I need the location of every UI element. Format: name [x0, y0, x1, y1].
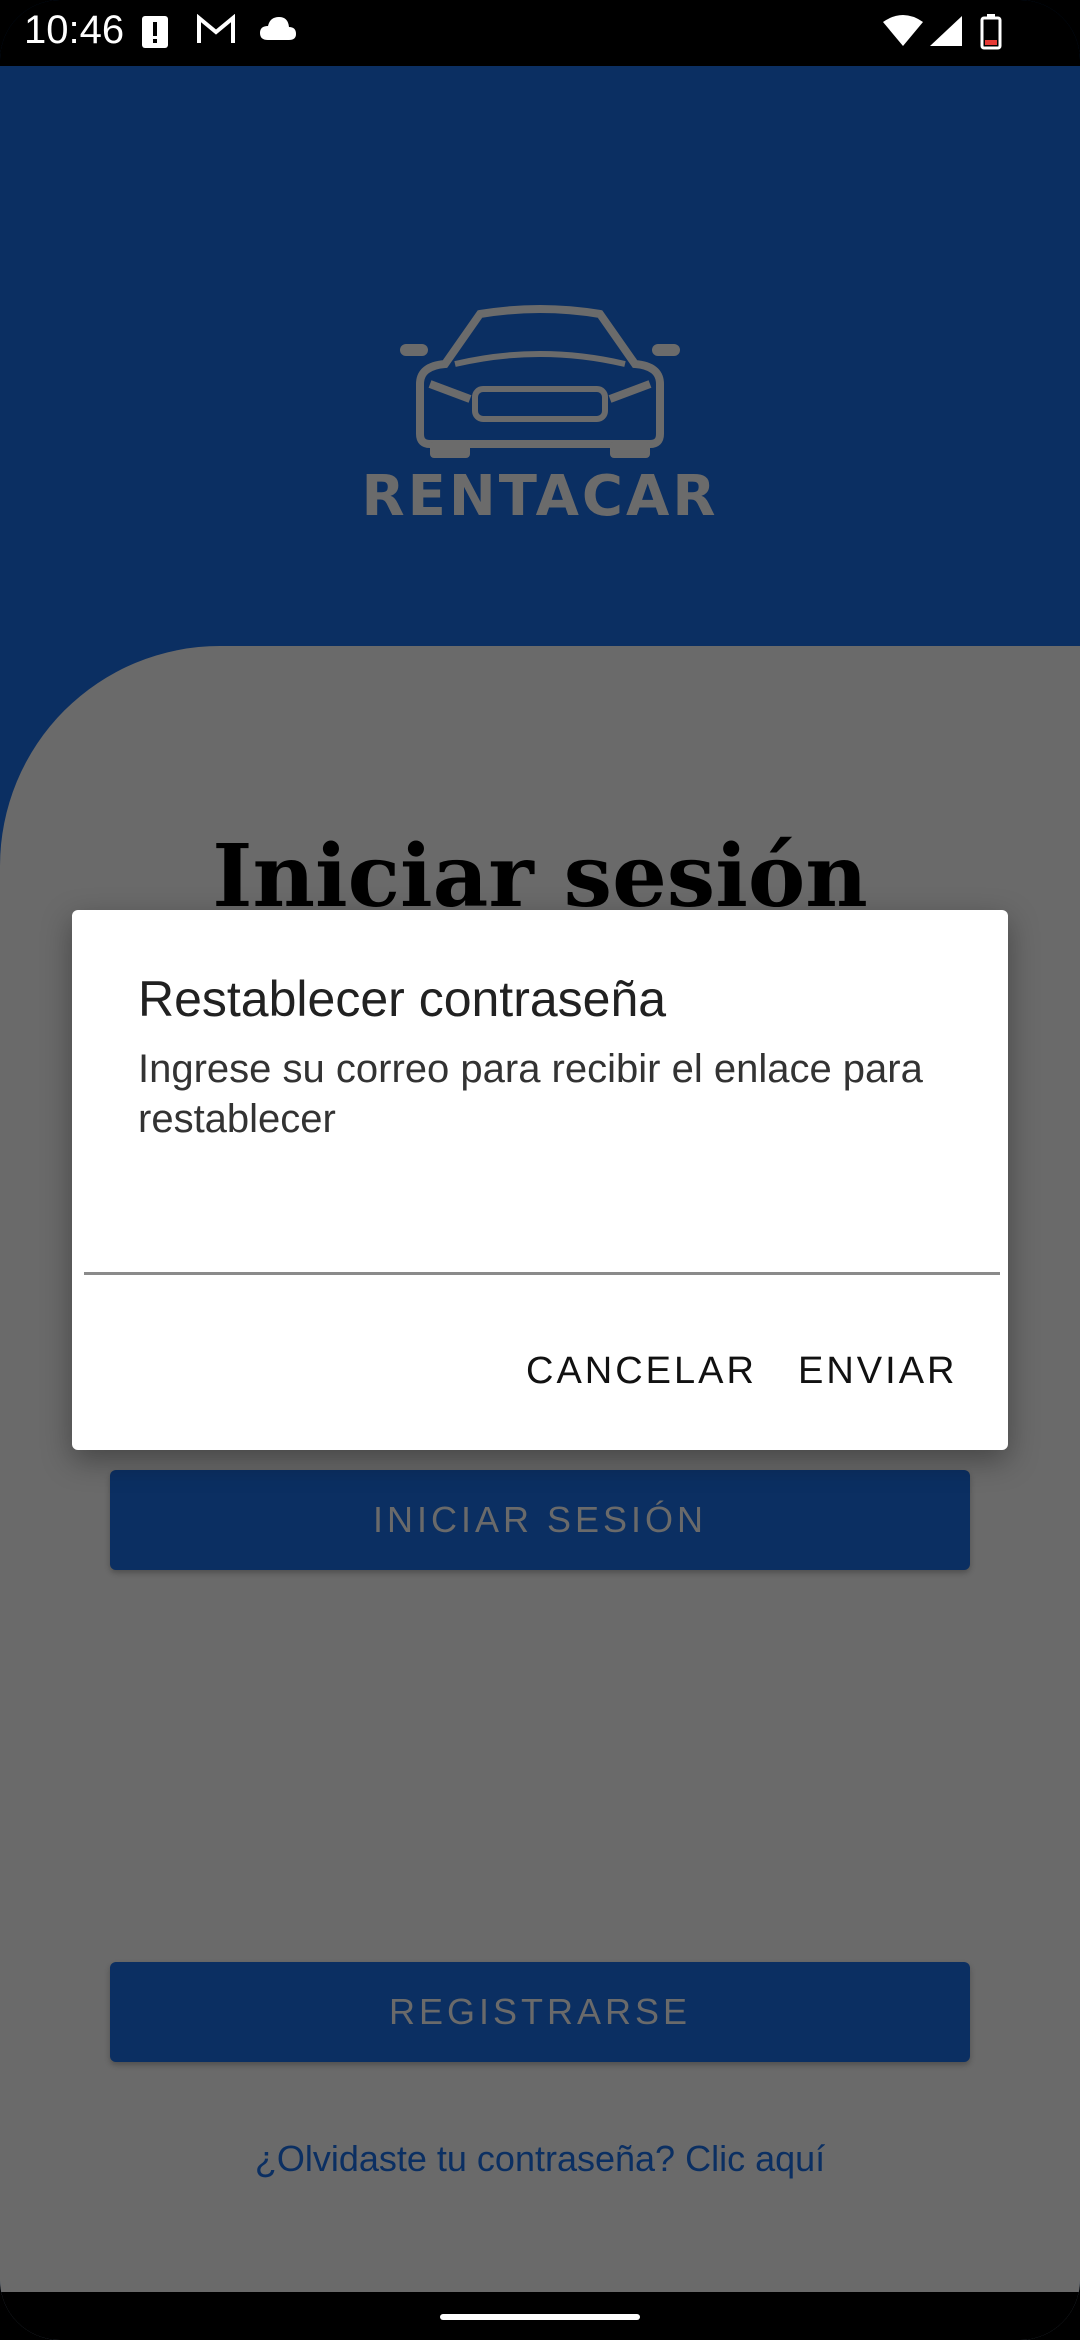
cloud-icon — [260, 17, 296, 40]
logo-text: RENTACAR — [361, 464, 719, 529]
battery-icon — [980, 14, 1002, 50]
car-icon — [400, 305, 680, 458]
status-bar: 10:46 — [0, 0, 1080, 66]
reset-password-dialog: Restablecer contraseña Ingrese su correo… — [72, 910, 1008, 1450]
login-panel: Iniciar sesión INICIAR SESIÓN REGISTRARS… — [0, 646, 1080, 2340]
send-button[interactable]: ENVIAR — [798, 1350, 957, 1393]
register-button[interactable]: REGISTRARSE — [110, 1962, 970, 2062]
alert-icon — [142, 16, 168, 48]
forgot-password-link[interactable]: ¿Olvidaste tu contraseña? Clic aquí — [0, 2138, 1080, 2180]
cancel-button[interactable]: CANCELAR — [526, 1350, 757, 1393]
header-area: RENTACAR — [0, 66, 1080, 646]
home-gesture-handle[interactable] — [440, 2314, 640, 2320]
logo: RENTACAR — [360, 304, 720, 529]
dialog-title: Restablecer contraseña — [138, 971, 667, 1027]
signal-icon — [930, 16, 962, 46]
dialog-message: Ingrese su correo para recibir el enlace… — [138, 1047, 923, 1141]
app-screen: RENTACAR Iniciar sesión INICIAR SESIÓN R… — [0, 0, 1080, 2340]
email-field[interactable] — [84, 1210, 1000, 1275]
status-time: 10:46 — [24, 8, 125, 52]
wifi-icon — [883, 15, 923, 46]
login-button[interactable]: INICIAR SESIÓN — [110, 1470, 970, 1570]
gmail-icon — [197, 14, 235, 43]
